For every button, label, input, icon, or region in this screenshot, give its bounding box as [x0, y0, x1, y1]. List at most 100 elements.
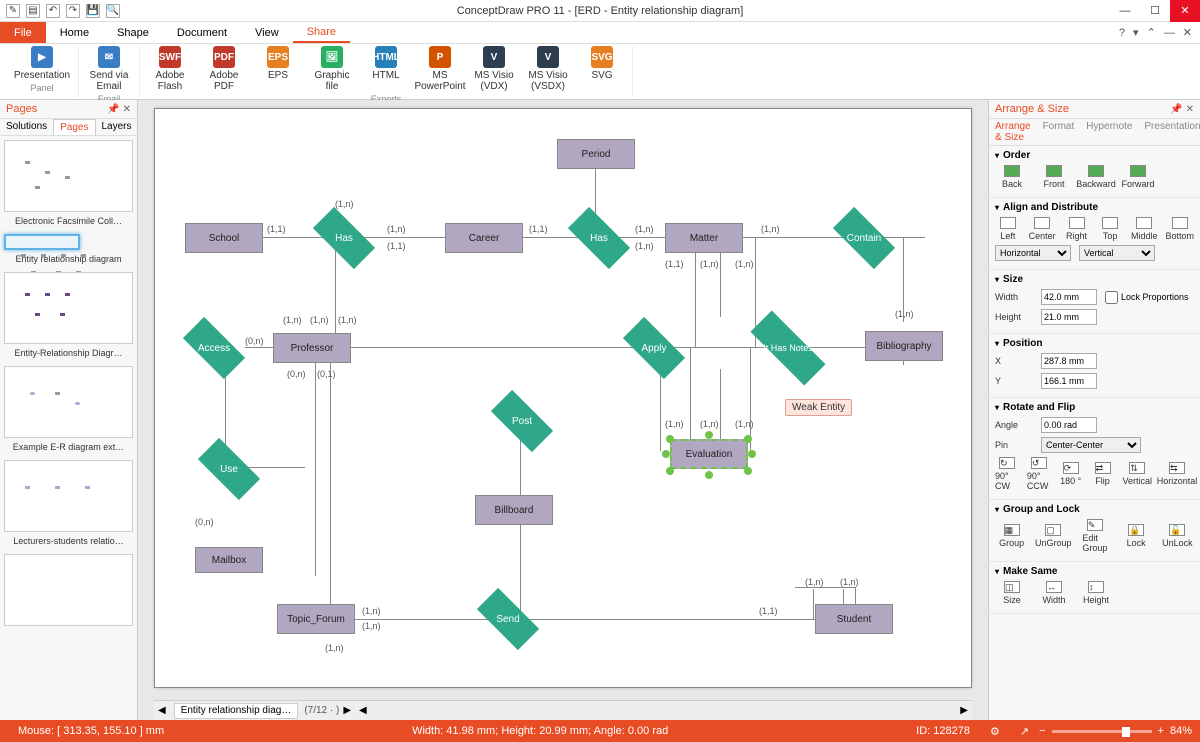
lock-proportions-checkbox[interactable]: [1105, 291, 1118, 304]
entity-school[interactable]: School: [185, 223, 263, 253]
subtab-pages[interactable]: Pages: [53, 119, 95, 135]
width-input[interactable]: [1041, 289, 1097, 305]
x-input[interactable]: [1041, 353, 1097, 369]
help-icon[interactable]: ?: [1119, 27, 1125, 39]
align-bottom-button[interactable]: Bottom: [1166, 217, 1195, 241]
rel-contain[interactable]: Contain: [835, 223, 893, 253]
zoom-slider[interactable]: [1052, 730, 1152, 733]
rp-tab-arrange[interactable]: Arrange & Size: [989, 119, 1037, 145]
rel-access[interactable]: Access: [185, 333, 243, 363]
html-button[interactable]: HTMLHTML: [362, 46, 410, 92]
maximize-button[interactable]: ☐: [1140, 0, 1170, 22]
restore-down-icon[interactable]: —: [1164, 27, 1175, 39]
flip-vertical-button[interactable]: ⇅Vertical: [1123, 462, 1153, 486]
rel-post[interactable]: Post: [493, 406, 551, 436]
entity-matter[interactable]: Matter: [665, 223, 743, 253]
entity-topic-forum[interactable]: Topic_Forum: [277, 604, 355, 634]
same-height-button[interactable]: ↕Height: [1079, 581, 1113, 605]
align-top-button[interactable]: Top: [1097, 217, 1123, 241]
order-back-button[interactable]: Back: [995, 165, 1029, 189]
tab-view[interactable]: View: [241, 22, 293, 43]
powerpoint-button[interactable]: PMS PowerPoint: [416, 46, 464, 92]
scroll-first-icon[interactable]: ◀: [355, 705, 371, 716]
rel-has-1[interactable]: Has: [315, 223, 373, 253]
close-button[interactable]: ✕: [1170, 0, 1200, 22]
subtab-solutions[interactable]: Solutions: [0, 119, 53, 135]
pin-select[interactable]: Center-Center: [1041, 437, 1141, 453]
section-group-lock[interactable]: Group and Lock: [995, 504, 1194, 515]
entity-career[interactable]: Career: [445, 223, 523, 253]
order-forward-button[interactable]: Forward: [1121, 165, 1155, 189]
scroll-end-icon[interactable]: ▶: [956, 705, 972, 716]
tab-share[interactable]: Share: [293, 22, 350, 43]
tab-home[interactable]: Home: [46, 22, 103, 43]
ungroup-button[interactable]: ▢UnGroup: [1036, 524, 1070, 548]
adobe-flash-button[interactable]: SWFAdobe Flash: [146, 46, 194, 92]
order-backward-button[interactable]: Backward: [1079, 165, 1113, 189]
entity-period[interactable]: Period: [557, 139, 635, 169]
page-thumbnail[interactable]: [4, 554, 133, 626]
same-width-button[interactable]: ↔Width: [1037, 581, 1071, 605]
rel-use[interactable]: Use: [200, 454, 258, 484]
section-align[interactable]: Align and Distribute: [995, 202, 1194, 213]
zoom-out-button[interactable]: −: [1039, 725, 1045, 737]
adobe-pdf-button[interactable]: PDFAdobe PDF: [200, 46, 248, 92]
send-email-button[interactable]: ✉Send via Email: [85, 46, 133, 92]
diagram-canvas[interactable]: Period School Career Matter Bibliography…: [154, 108, 972, 688]
flip-horizontal-button[interactable]: ⇆Horizontal: [1160, 462, 1194, 486]
page-thumbnail-selected[interactable]: [4, 234, 80, 250]
angle-input[interactable]: [1041, 417, 1097, 433]
section-make-same[interactable]: Make Same: [995, 566, 1194, 577]
graphic-file-button[interactable]: 🖼Graphic file: [308, 46, 356, 92]
page-thumbnail[interactable]: [4, 366, 133, 438]
section-size[interactable]: Size: [995, 274, 1194, 285]
open-icon[interactable]: ▤: [26, 4, 40, 18]
subtab-layers[interactable]: Layers: [96, 119, 138, 135]
chevron-down-icon[interactable]: ▾: [1133, 26, 1139, 39]
presentation-button[interactable]: ▶Presentation: [12, 46, 72, 81]
same-size-button[interactable]: ◫Size: [995, 581, 1029, 605]
distribute-horizontal-select[interactable]: Horizontal: [995, 245, 1071, 261]
redo-icon[interactable]: ↷: [66, 4, 80, 18]
undo-icon[interactable]: ↶: [46, 4, 60, 18]
arrow-icon[interactable]: ↗: [1010, 725, 1039, 738]
rotate-cw-button[interactable]: ↻90° CW: [995, 457, 1019, 491]
eps-button[interactable]: EPSEPS: [254, 46, 302, 92]
rotate-ccw-button[interactable]: ↺90° CCW: [1027, 457, 1051, 491]
tab-shape[interactable]: Shape: [103, 22, 163, 43]
entity-professor[interactable]: Professor: [273, 333, 351, 363]
rp-tab-format[interactable]: Format: [1037, 119, 1081, 145]
page-thumbnails[interactable]: Electronic Facsimile Coll… Entity relati…: [0, 136, 137, 720]
canvas-area[interactable]: Period School Career Matter Bibliography…: [138, 100, 988, 720]
unlock-button[interactable]: 🔓UnLock: [1161, 524, 1194, 548]
scroll-left-icon[interactable]: ◀: [154, 705, 170, 716]
align-center-button[interactable]: Center: [1029, 217, 1056, 241]
save-icon[interactable]: 💾: [86, 4, 100, 18]
height-input[interactable]: [1041, 309, 1097, 325]
close-doc-icon[interactable]: ✕: [1183, 26, 1192, 39]
section-position[interactable]: Position: [995, 338, 1194, 349]
visio-vdx-button[interactable]: VMS Visio (VDX): [470, 46, 518, 92]
rel-send[interactable]: Send: [479, 604, 537, 634]
page-thumbnail[interactable]: [4, 140, 133, 212]
entity-evaluation-selected[interactable]: Evaluation: [670, 439, 748, 469]
svg-button[interactable]: SVGSVG: [578, 46, 626, 92]
rotate-180-button[interactable]: ⟳180 °: [1059, 462, 1083, 486]
distribute-vertical-select[interactable]: Vertical: [1079, 245, 1155, 261]
pin-icon[interactable]: 📌 ✕: [1170, 104, 1194, 115]
entity-mailbox[interactable]: Mailbox: [195, 547, 263, 573]
entity-bibliography[interactable]: Bibliography: [865, 331, 943, 361]
page-thumbnail[interactable]: [4, 272, 133, 344]
zoom-in-button[interactable]: +: [1158, 725, 1164, 737]
rel-ithasnotes[interactable]: It Has Notes: [750, 333, 826, 363]
align-right-button[interactable]: Right: [1064, 217, 1090, 241]
rp-tab-hypernote[interactable]: Hypernote: [1080, 119, 1138, 145]
sheet-tab[interactable]: Entity relationship diag…: [174, 703, 299, 719]
visio-vsdx-button[interactable]: VMS Visio (VSDX): [524, 46, 572, 92]
minimize-button[interactable]: —: [1110, 0, 1140, 22]
order-front-button[interactable]: Front: [1037, 165, 1071, 189]
align-middle-button[interactable]: Middle: [1131, 217, 1158, 241]
tab-document[interactable]: Document: [163, 22, 241, 43]
flip-button[interactable]: ⇄Flip: [1091, 462, 1115, 486]
tab-file[interactable]: File: [0, 22, 46, 43]
